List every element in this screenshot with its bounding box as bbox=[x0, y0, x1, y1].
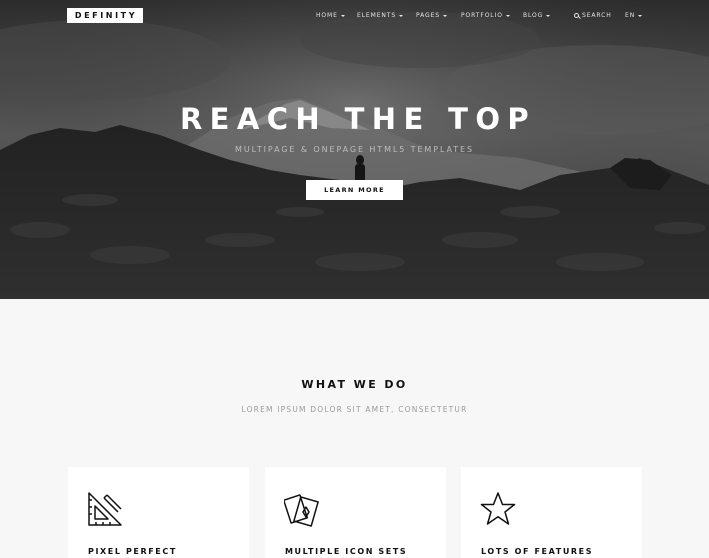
nav-item-blog[interactable]: BLOG bbox=[523, 10, 551, 22]
chevron-down-icon bbox=[442, 14, 447, 17]
nav-item-label: PORTFOLIO bbox=[461, 12, 503, 19]
hero-section: DEFINITY HOME ELEMENTS PAGES PORTFOLIO B… bbox=[0, 0, 709, 299]
learn-more-button[interactable]: LEARN MORE bbox=[306, 180, 403, 200]
star-icon bbox=[480, 492, 516, 525]
nav-item-pages[interactable]: PAGES bbox=[416, 10, 447, 22]
cards-icon bbox=[284, 494, 319, 527]
nav-item-portfolio[interactable]: PORTFOLIO bbox=[461, 10, 510, 22]
language-label: EN bbox=[625, 12, 636, 19]
nav-item-home[interactable]: HOME bbox=[316, 10, 345, 22]
hero-title: REACH THE TOP bbox=[179, 102, 537, 136]
search-icon bbox=[574, 13, 579, 18]
chevron-down-icon bbox=[505, 14, 510, 17]
language-selector[interactable]: EN bbox=[625, 10, 643, 22]
feature-card-title: LOTS OF FEATURES bbox=[481, 547, 594, 556]
feature-card-pixel-perfect[interactable]: PIXEL PERFECT bbox=[68, 467, 249, 558]
chevron-down-icon bbox=[546, 14, 551, 17]
chevron-down-icon bbox=[399, 14, 404, 17]
chevron-down-icon bbox=[638, 14, 643, 17]
chevron-down-icon bbox=[340, 14, 345, 17]
ruler-triangle-icon bbox=[88, 492, 122, 526]
brand-logo[interactable]: DEFINITY bbox=[67, 8, 143, 23]
feature-card-lots-of-features[interactable]: LOTS OF FEATURES bbox=[461, 467, 642, 558]
nav-item-label: BLOG bbox=[523, 12, 544, 19]
nav-item-elements[interactable]: ELEMENTS bbox=[357, 10, 404, 22]
nav-item-label: ELEMENTS bbox=[357, 12, 397, 19]
nav-item-label: PAGES bbox=[416, 12, 440, 19]
nav-search-label: SEARCH bbox=[582, 12, 612, 19]
section-title: WHAT WE DO bbox=[301, 378, 408, 391]
nav-item-label: HOME bbox=[316, 12, 338, 19]
feature-card-title: PIXEL PERFECT bbox=[88, 547, 177, 556]
nav-search[interactable]: SEARCH bbox=[574, 10, 612, 22]
section-subtitle: LOREM IPSUM DOLOR SIT AMET, CONSECTETUR bbox=[241, 405, 468, 414]
feature-card-multiple-icon-sets[interactable]: MULTIPLE ICON SETS bbox=[265, 467, 446, 558]
hero-subtitle: MULTIPAGE & ONEPAGE HTML5 TEMPLATES bbox=[235, 145, 474, 154]
feature-card-title: MULTIPLE ICON SETS bbox=[285, 547, 408, 556]
